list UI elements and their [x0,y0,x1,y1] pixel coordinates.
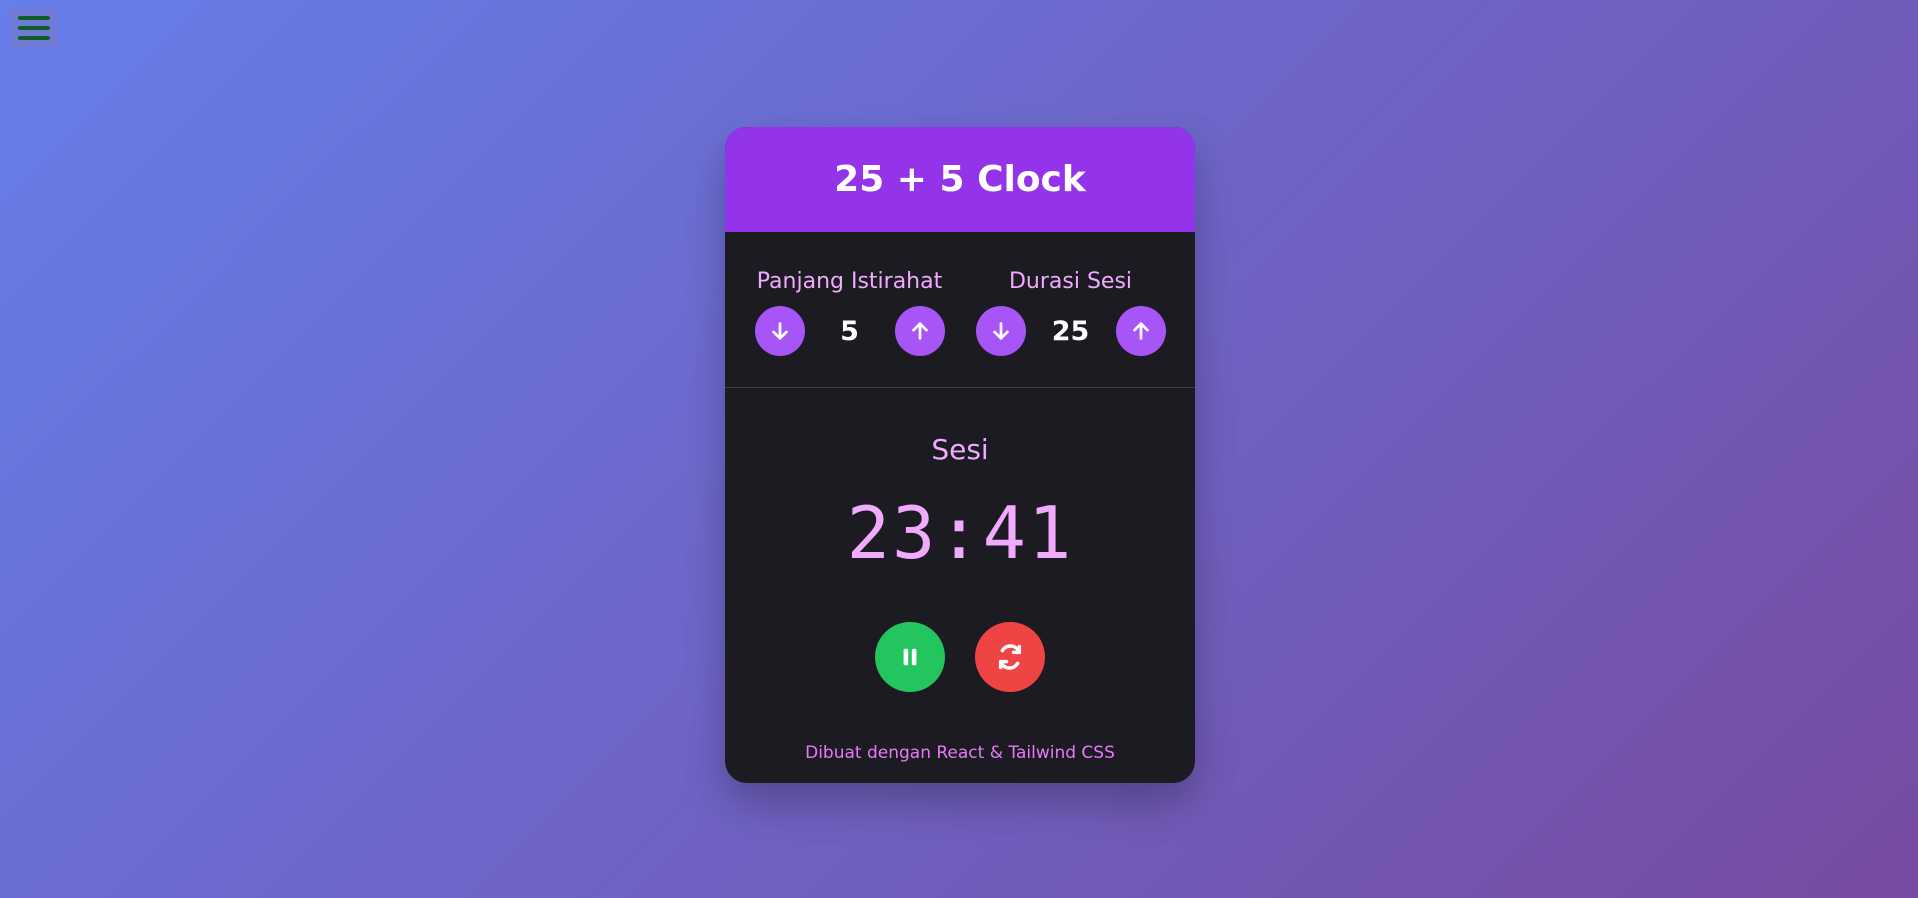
arrow-down-icon [771,322,788,340]
timer-actions [875,622,1045,692]
length-settings: Panjang Istirahat 5 Durasi Sesi 25 [725,232,1195,388]
pause-icon [903,648,917,666]
footer-credit: Dibuat dengan React & Tailwind CSS [805,743,1115,763]
break-setting: Panjang Istirahat 5 [754,232,945,387]
arrow-up-icon [1132,322,1149,340]
refresh-icon [998,644,1022,670]
break-label: Panjang Istirahat [756,269,943,294]
card-header: 25 + 5 Clock [725,127,1195,232]
session-setting: Durasi Sesi 25 [975,232,1166,387]
session-label: Durasi Sesi [1008,269,1133,294]
reset-button[interactable] [975,622,1045,692]
arrow-down-icon [992,322,1009,340]
hamburger-menu-icon [18,16,50,20]
timer-area: Sesi 23:41 [725,388,1195,692]
timer-label: Sesi [931,433,989,466]
break-controls: 5 [754,306,945,356]
session-controls: 25 [975,306,1166,356]
break-decrement-button[interactable] [754,306,805,356]
start-stop-button[interactable] [875,622,945,692]
time-left: 23:41 [846,491,1074,575]
arrow-up-icon [911,322,928,340]
clock-card: 25 + 5 Clock Panjang Istirahat 5 Durasi … [725,127,1195,783]
app-title: 25 + 5 Clock [834,159,1086,200]
break-increment-button[interactable] [894,306,945,356]
hamburger-menu-icon-line [18,36,50,40]
session-decrement-button[interactable] [975,306,1026,356]
hamburger-menu-icon-line [18,26,50,30]
session-length-value: 25 [1051,315,1090,347]
session-increment-button[interactable] [1115,306,1166,356]
break-length-value: 5 [840,315,859,347]
menu-button[interactable] [10,8,58,48]
